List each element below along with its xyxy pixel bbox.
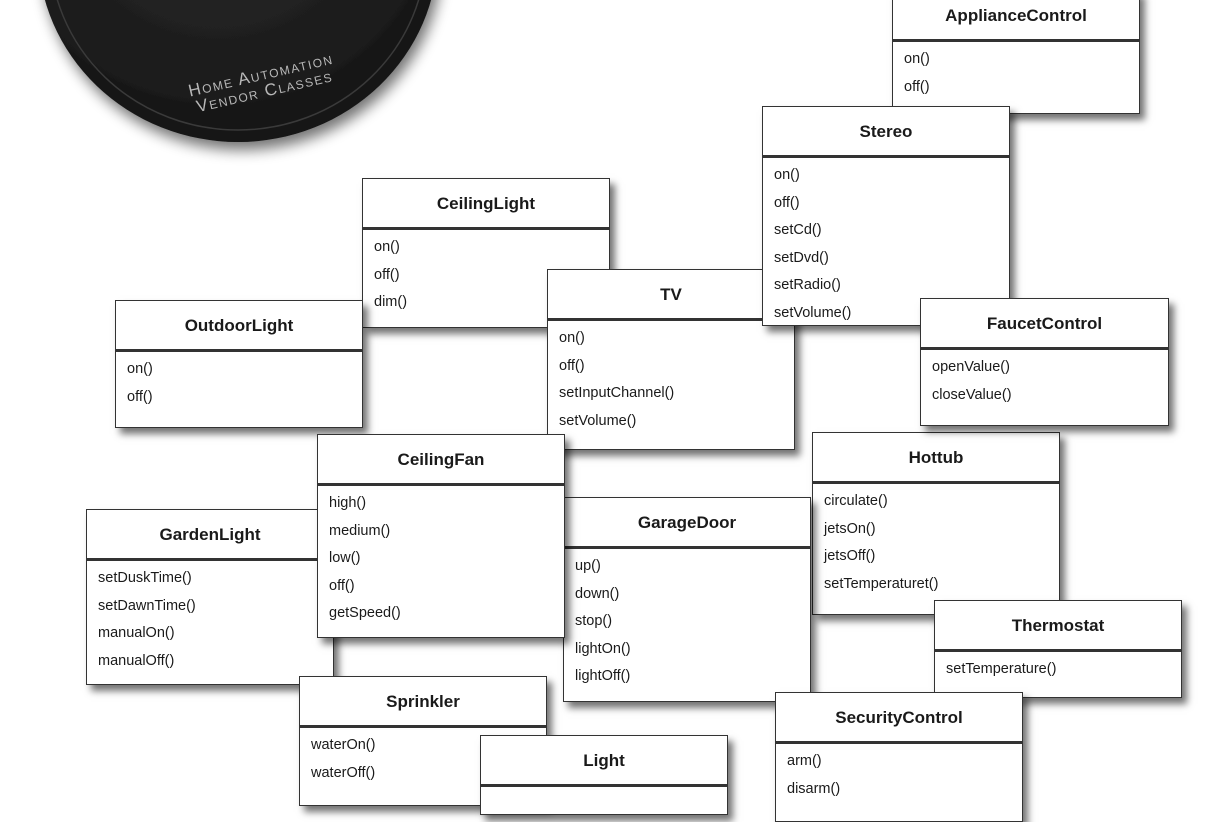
class-method: manualOff()	[98, 652, 175, 669]
class-name: Stereo	[763, 107, 1009, 158]
class-box-thermostat: Thermostat setTemperature()	[934, 600, 1182, 698]
class-method: setDawnTime()	[98, 597, 196, 614]
class-method: high()	[329, 495, 367, 511]
class-method: openValue()	[932, 359, 1010, 375]
class-name: TV	[548, 270, 794, 321]
class-box-garagedoor: GarageDoor up() down() stop() lightOn() …	[563, 497, 811, 702]
class-name: Sprinkler	[300, 677, 546, 728]
class-method: on()	[559, 330, 585, 346]
class-method: on()	[374, 239, 400, 255]
class-method: lightOn()	[575, 640, 631, 657]
class-method: arm()	[787, 753, 822, 769]
class-method: getSpeed()	[329, 605, 401, 622]
class-box-stereo: Stereo on() off() setCd() setDvd() setRa…	[762, 106, 1010, 326]
class-method: off()	[127, 388, 153, 405]
class-method: on()	[904, 51, 930, 67]
class-method: down()	[575, 585, 620, 602]
class-box-gardenlight: GardenLight setDuskTime() setDawnTime() …	[86, 509, 334, 685]
class-method: on()	[774, 167, 800, 183]
class-method: setInputChannel()	[559, 385, 675, 402]
disc-label-line1: Home Automation	[186, 49, 335, 101]
class-name: FaucetControl	[921, 299, 1168, 350]
class-name: ApplianceControl	[893, 0, 1139, 42]
class-method: on()	[127, 361, 153, 377]
class-box-ceilingfan: CeilingFan high() medium() low() off() g…	[317, 434, 565, 638]
class-name: Light	[481, 736, 727, 787]
disc-label-line2: Vendor Classes	[195, 66, 335, 116]
class-method: setRadio()	[774, 277, 841, 294]
class-name: Hottub	[813, 433, 1059, 484]
class-name: GardenLight	[87, 510, 333, 561]
class-method: setTemperature()	[946, 661, 1057, 677]
class-method: setDuskTime()	[98, 570, 192, 586]
class-box-faucetcontrol: FaucetControl openValue() closeValue()	[920, 298, 1169, 426]
class-box-outdoorlight: OutdoorLight on() off()	[115, 300, 363, 428]
class-name: Thermostat	[935, 601, 1181, 652]
class-box-securitycontrol: SecurityControl arm() disarm()	[775, 692, 1023, 822]
class-method: jetsOff()	[824, 548, 876, 565]
class-method: closeValue()	[932, 386, 1012, 403]
class-box-light: Light	[480, 735, 728, 815]
class-method: setDvd()	[774, 249, 829, 266]
class-method: setTemperaturet()	[824, 575, 939, 592]
class-method: up()	[575, 558, 601, 574]
class-method: off()	[904, 78, 930, 95]
class-method: circulate()	[824, 493, 888, 509]
class-method: jetsOn()	[824, 520, 876, 537]
class-method: setCd()	[774, 222, 822, 239]
class-method: medium()	[329, 522, 391, 539]
class-name: GarageDoor	[564, 498, 810, 549]
class-box-tv: TV on() off() setInputChannel() setVolum…	[547, 269, 795, 450]
class-method: low()	[329, 550, 361, 567]
class-name: SecurityControl	[776, 693, 1022, 744]
class-method: off()	[774, 194, 800, 211]
class-name: OutdoorLight	[116, 301, 362, 352]
class-name: CeilingFan	[318, 435, 564, 486]
class-method: setVolume()	[559, 412, 637, 429]
class-method: stop()	[575, 613, 613, 630]
class-method: lightOff()	[575, 668, 631, 685]
class-box-hottub: Hottub circulate() jetsOn() jetsOff() se…	[812, 432, 1060, 615]
class-method: manualOn()	[98, 625, 175, 642]
class-method: disarm()	[787, 780, 841, 797]
disc-rim	[56, 0, 420, 131]
class-name: CeilingLight	[363, 179, 609, 230]
class-method: off()	[329, 577, 355, 594]
class-box-appliancecontrol: ApplianceControl on() off()	[892, 0, 1140, 114]
disc-body	[44, 0, 432, 142]
class-method: off()	[559, 357, 585, 374]
